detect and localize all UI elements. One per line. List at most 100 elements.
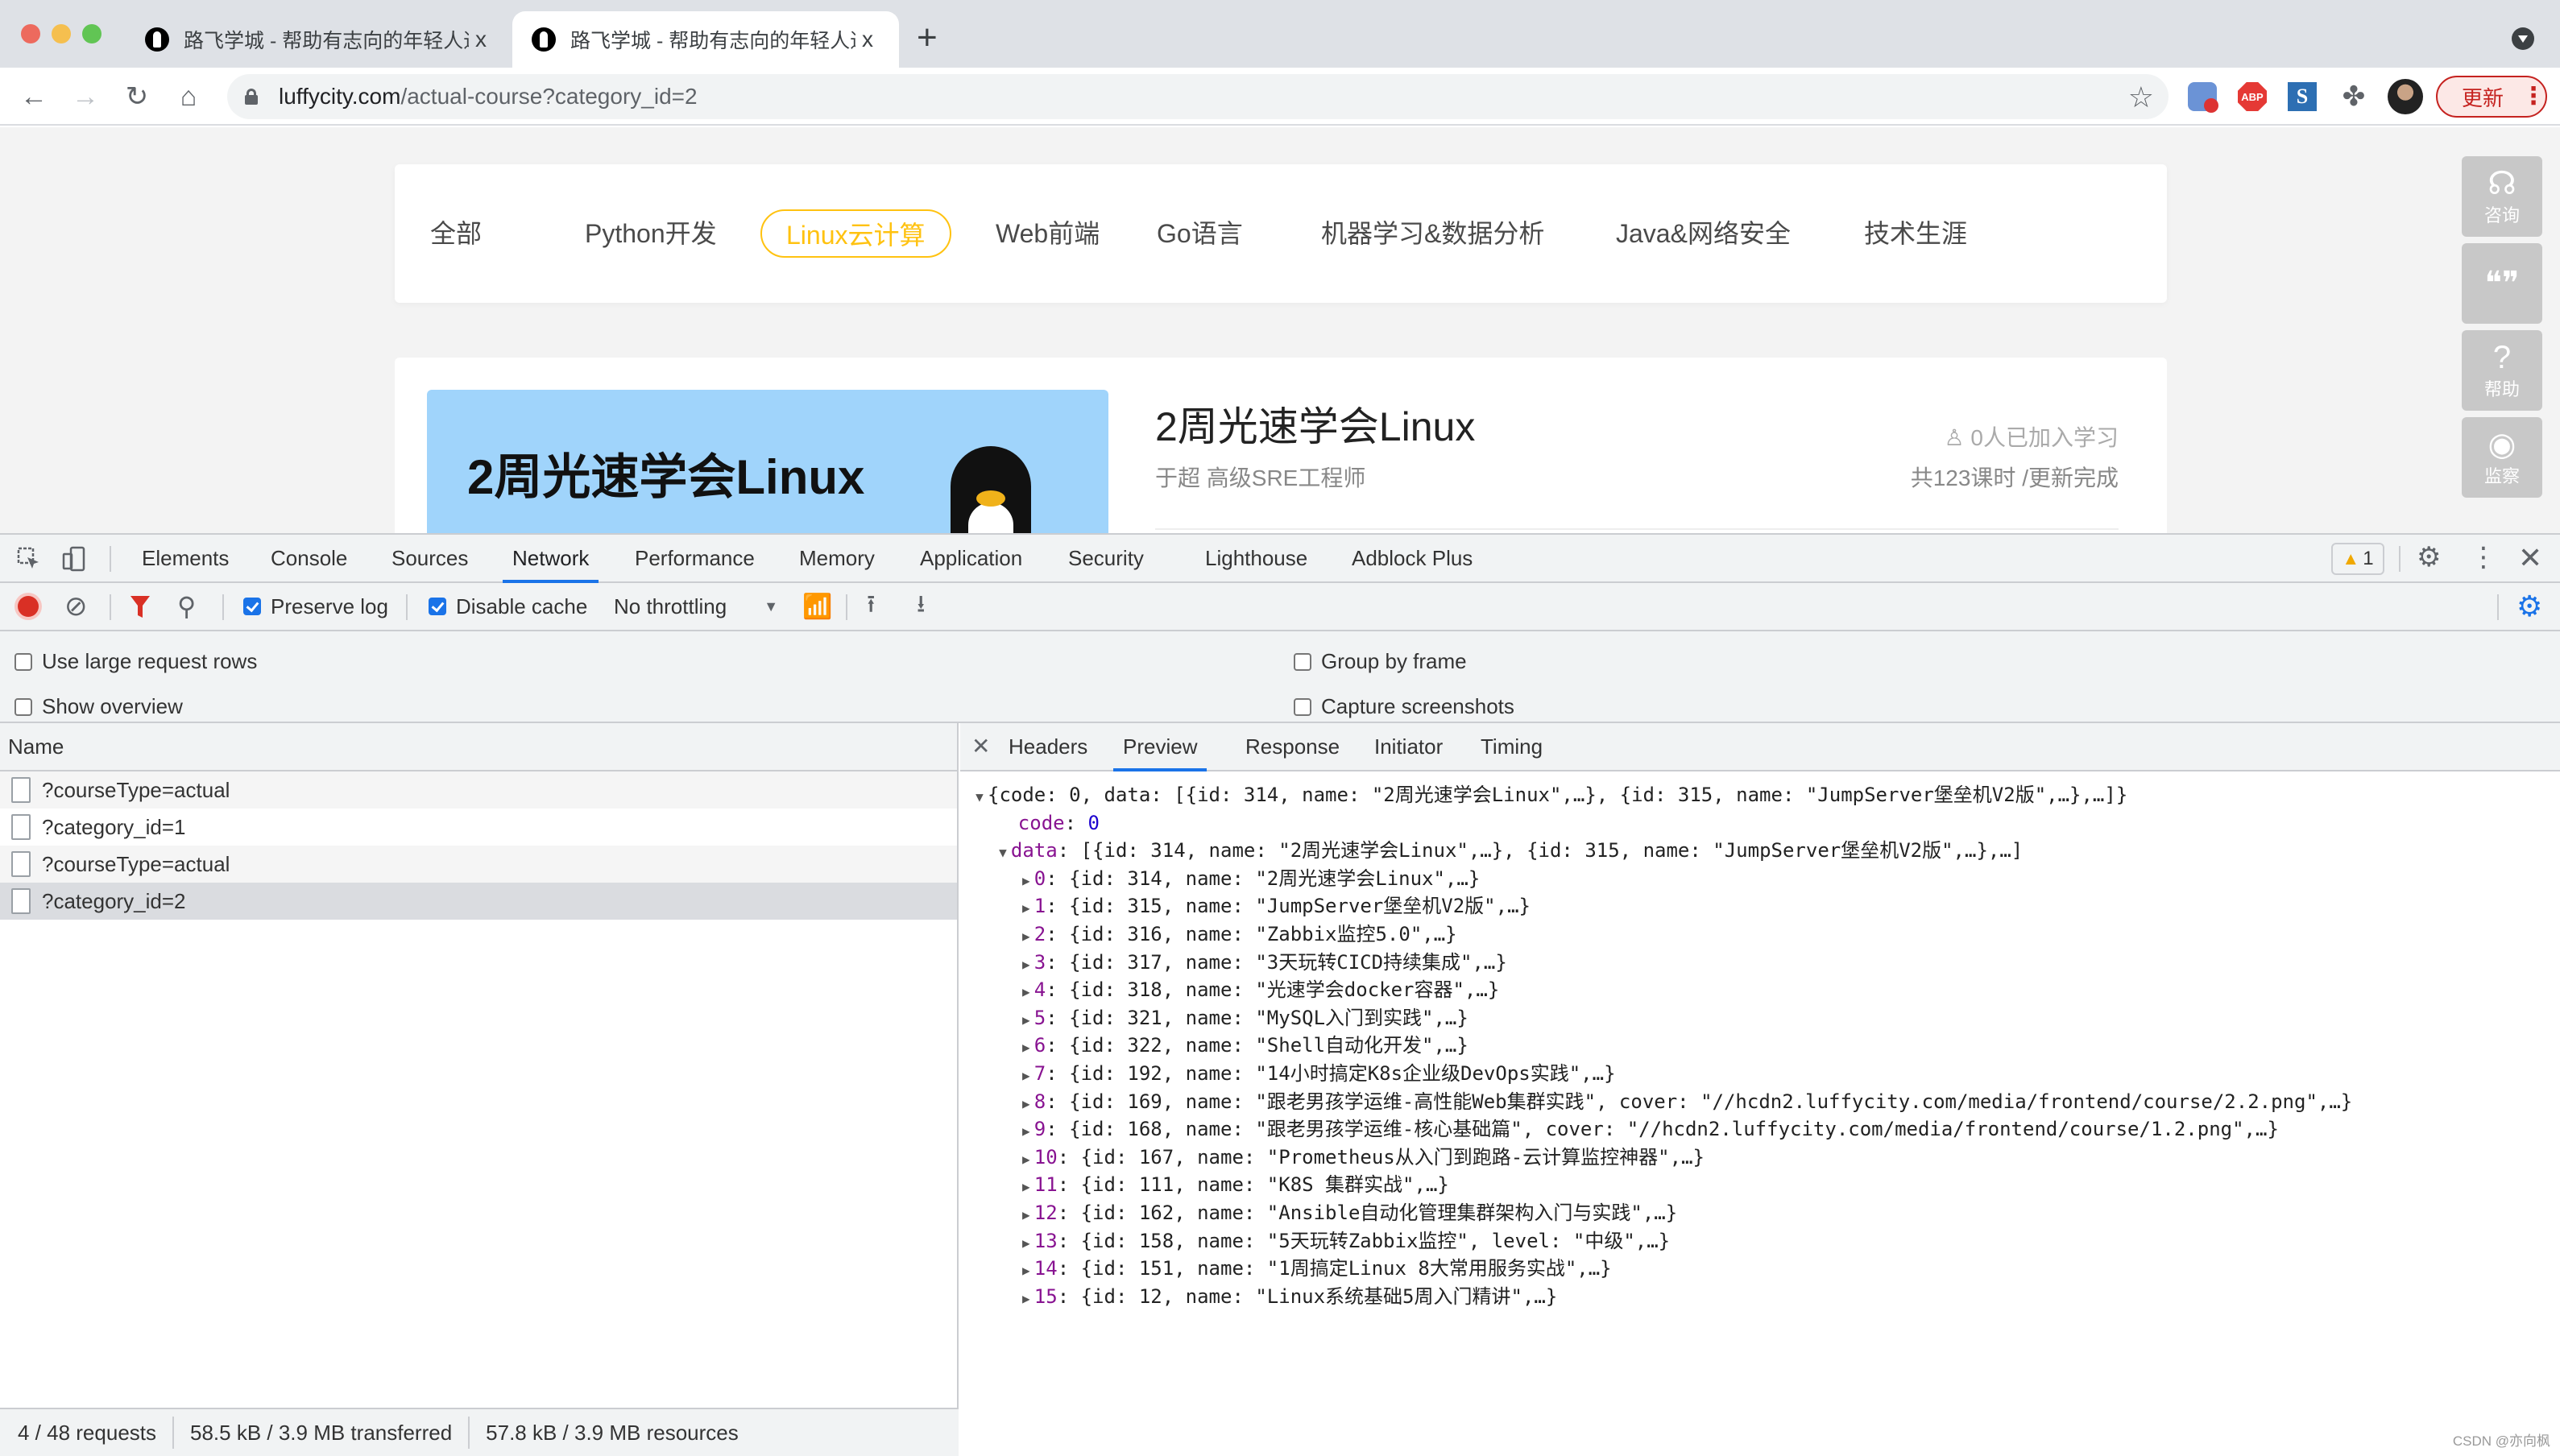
bookmark-star-icon[interactable]: ☆ [2128, 81, 2154, 114]
category-web[interactable]: Web前端 [971, 209, 1124, 258]
json-root-line[interactable]: ▼ {code: 0, data: [{id: 314, name: "2周光速学… [971, 781, 2560, 809]
collapsed-triangle-icon[interactable]: ▶ [1018, 1007, 1034, 1035]
group-by-frame-option[interactable]: Group by frame [1294, 649, 1467, 674]
devtools-tab-adblock-plus[interactable]: Adblock Plus [1352, 535, 1473, 581]
block-extension-icon[interactable] [2188, 82, 2218, 113]
update-button[interactable]: 更新 ⋮ [2436, 76, 2547, 118]
category-go[interactable]: Go语言 [1133, 209, 1267, 258]
detail-tab-initiator[interactable]: Initiator [1374, 723, 1443, 770]
collapsed-triangle-icon[interactable]: ▶ [1018, 1230, 1034, 1258]
inspect-element-icon[interactable] [16, 546, 42, 572]
json-item-line[interactable]: ▶ 14: {id: 151, name: "1周搞定Linux 8大常用服务实战… [971, 1255, 2560, 1283]
window-zoom-button[interactable] [82, 24, 101, 43]
profile-avatar[interactable] [2388, 79, 2423, 114]
collapsed-triangle-icon[interactable]: ▶ [1018, 1118, 1034, 1146]
clear-icon[interactable]: ⊘ [64, 583, 88, 630]
help-button[interactable]: ? 帮助 [2462, 330, 2542, 411]
browser-tab-active[interactable]: 路飞学城 - 帮助有志向的年轻人通 x [512, 11, 899, 68]
home-icon[interactable]: ⌂ [169, 77, 208, 116]
tab-close-icon[interactable]: x [855, 27, 880, 52]
close-detail-icon[interactable]: ✕ [971, 723, 990, 770]
json-item-line[interactable]: ▶ 9: {id: 168, name: "跟老男孩学运维-核心基础篇", cov… [971, 1115, 2560, 1144]
url-text[interactable]: luffycity.com/actual-course?category_id=… [279, 84, 698, 110]
checkbox[interactable] [1294, 697, 1311, 716]
checkbox-checked[interactable] [429, 598, 446, 615]
detail-tab-timing[interactable]: Timing [1481, 723, 1543, 770]
collapsed-triangle-icon[interactable]: ▶ [1018, 951, 1034, 979]
import-har-icon[interactable]: ⭱ [867, 583, 876, 630]
devtools-tab-lighthouse[interactable]: Lighthouse [1205, 535, 1307, 581]
json-item-line[interactable]: ▶ 0: {id: 314, name: "2周光速学会Linux",…} [971, 865, 2560, 893]
column-header-name[interactable]: Name [0, 723, 957, 771]
collapsed-triangle-icon[interactable]: ▶ [1018, 867, 1034, 896]
collapsed-triangle-icon[interactable]: ▶ [1018, 895, 1034, 923]
json-item-line[interactable]: ▶ 7: {id: 192, name: "14小时搞定K8s企业级DevOps实… [971, 1060, 2560, 1088]
consult-button[interactable]: ☊ 咨询 [2462, 156, 2542, 237]
search-icon[interactable]: ⚲ [177, 583, 196, 630]
devtools-tab-sources[interactable]: Sources [391, 535, 468, 581]
json-item-line[interactable]: ▶ 15: {id: 12, name: "Linux系统基础5周入门精讲",…} [971, 1283, 2560, 1311]
tab-close-icon[interactable]: x [469, 27, 493, 52]
lock-icon[interactable] [245, 89, 258, 105]
devtools-tab-security[interactable]: Security [1068, 535, 1144, 581]
disable-cache-checkbox[interactable]: Disable cache [429, 583, 587, 630]
request-row-selected[interactable]: ?category_id=2 [0, 883, 957, 920]
checkbox[interactable] [1294, 652, 1311, 671]
detail-tab-headers[interactable]: Headers [1009, 723, 1087, 770]
extensions-puzzle-icon[interactable]: ✤ [2339, 81, 2368, 112]
collapsed-triangle-icon[interactable]: ▶ [1018, 1090, 1034, 1119]
devtools-tab-elements[interactable]: Elements [142, 535, 229, 581]
s-extension-icon[interactable]: S [2288, 82, 2317, 111]
collapsed-triangle-icon[interactable]: ▶ [1018, 1034, 1034, 1062]
devtools-tab-memory[interactable]: Memory [799, 535, 875, 581]
collapsed-triangle-icon[interactable]: ▶ [1018, 1285, 1034, 1313]
category-career[interactable]: 技术生涯 [1840, 209, 1991, 258]
show-overview-option[interactable]: Show overview [14, 694, 183, 719]
settings-gear-icon[interactable]: ⚙ [2417, 541, 2441, 573]
category-java[interactable]: Java&网络安全 [1592, 209, 1815, 258]
collapsed-triangle-icon[interactable]: ▶ [1018, 1257, 1034, 1285]
json-item-line[interactable]: ▶ 3: {id: 317, name: "3天玩转CICD持续集成",…} [971, 949, 2560, 977]
collapsed-triangle-icon[interactable]: ▶ [1018, 1146, 1034, 1174]
adblock-plus-icon[interactable]: ABP [2238, 82, 2267, 111]
course-title[interactable]: 2周光速学会Linux [1155, 395, 1475, 453]
json-item-line[interactable]: ▶ 5: {id: 321, name: "MySQL入门到实践",…} [971, 1004, 2560, 1032]
export-har-icon[interactable]: ⭳ [917, 583, 926, 630]
request-row[interactable]: ?category_id=1 [0, 809, 957, 846]
json-item-line[interactable]: ▶ 4: {id: 318, name: "光速学会docker容器",…} [971, 976, 2560, 1004]
network-settings-gear-icon[interactable]: ⚙ [2517, 583, 2542, 630]
request-row[interactable]: ?courseType=actual [0, 771, 957, 809]
expanded-triangle-icon[interactable]: ▼ [995, 839, 1011, 867]
collapsed-triangle-icon[interactable]: ▶ [1018, 978, 1034, 1007]
collapsed-triangle-icon[interactable]: ▶ [1018, 1173, 1034, 1202]
address-bar[interactable]: luffycity.com/actual-course?category_id=… [227, 74, 2169, 119]
json-item-line[interactable]: ▶ 10: {id: 167, name: "Prometheus从入门到跑路-云… [971, 1144, 2560, 1172]
monitor-button[interactable]: ◉ 监察 [2462, 417, 2542, 498]
json-item-line[interactable]: ▶ 6: {id: 322, name: "Shell自动化开发",…} [971, 1032, 2560, 1060]
forward-arrow-icon[interactable]: → [66, 77, 105, 116]
preserve-log-checkbox[interactable]: Preserve log [243, 583, 388, 630]
category-ml[interactable]: 机器学习&数据分析 [1297, 209, 1568, 258]
filter-icon[interactable] [129, 583, 151, 630]
devtools-tab-application[interactable]: Application [920, 535, 1022, 581]
wechat-button[interactable]: ❝❞ [2462, 243, 2542, 324]
collapsed-triangle-icon[interactable]: ▶ [1018, 1202, 1034, 1230]
reload-icon[interactable]: ↻ [118, 77, 156, 116]
category-linux[interactable]: Linux云计算 [760, 209, 951, 258]
close-devtools-icon[interactable]: ✕ [2518, 541, 2542, 575]
tab-search-icon[interactable] [2512, 27, 2534, 50]
category-python[interactable]: Python开发 [561, 209, 741, 258]
course-card[interactable]: 2周光速学会Linux 2周光速学会Linux 于超 高级SRE工程师 ♙ 0人… [395, 358, 2167, 533]
throttling-select[interactable]: No throttling ▼ [614, 583, 778, 630]
device-toolbar-icon[interactable] [61, 546, 87, 572]
back-arrow-icon[interactable]: ← [14, 77, 53, 116]
devtools-tab-console[interactable]: Console [271, 535, 347, 581]
json-item-line[interactable]: ▶ 11: {id: 111, name: "K8S 集群实战",…} [971, 1171, 2560, 1199]
json-item-line[interactable]: ▶ 2: {id: 316, name: "Zabbix监控5.0",…} [971, 920, 2560, 949]
more-options-icon[interactable]: ⋮ [2470, 541, 2497, 573]
json-item-line[interactable]: ▶ 12: {id: 162, name: "Ansible自动化管理集群架构入门… [971, 1199, 2560, 1227]
expanded-triangle-icon[interactable]: ▼ [971, 784, 988, 812]
json-item-line[interactable]: ▶ 1: {id: 315, name: "JumpServer堡垒机V2版",…… [971, 892, 2560, 920]
detail-tab-preview[interactable]: Preview [1112, 723, 1208, 771]
collapsed-triangle-icon[interactable]: ▶ [1018, 923, 1034, 951]
